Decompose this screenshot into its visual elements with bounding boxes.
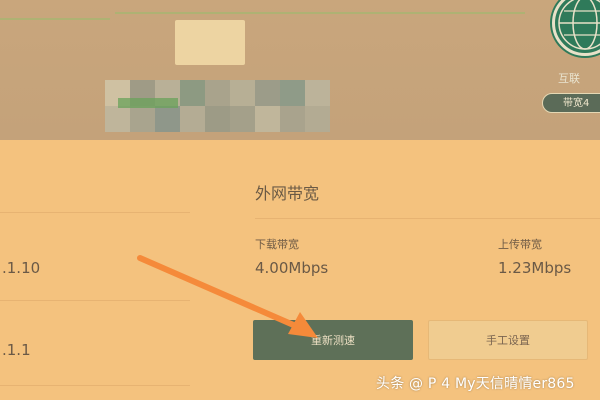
wan-bandwidth-title: 外网带宽	[255, 184, 320, 203]
divider	[0, 300, 190, 301]
upload-label: 上传带宽	[498, 238, 542, 251]
retest-speed-button[interactable]: 重新测速	[253, 320, 413, 360]
download-value: 4.00Mbps	[255, 259, 329, 277]
header-line	[115, 12, 525, 14]
download-label: 下载带宽	[255, 238, 299, 251]
pixelated-status-bar	[118, 98, 178, 108]
internet-status-label: 互联	[558, 72, 580, 85]
divider	[255, 218, 600, 219]
avatar	[175, 20, 245, 65]
gateway-value: .1.1	[2, 341, 31, 359]
watermark: 头条 @ P 4 My天信晴情er865	[376, 376, 575, 392]
divider	[0, 385, 190, 386]
divider	[0, 212, 190, 213]
upload-value: 1.23Mbps	[498, 259, 572, 277]
bandwidth-badge: 带宽4	[542, 93, 600, 113]
manual-settings-button[interactable]: 手工设置	[428, 320, 588, 360]
header-line	[0, 18, 110, 20]
ip-address-value: .1.10	[2, 259, 41, 277]
